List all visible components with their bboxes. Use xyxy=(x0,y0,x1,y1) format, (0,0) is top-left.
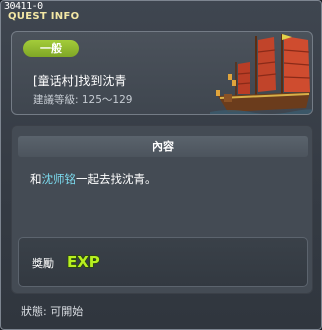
quest-description: 和沈师铭一起去找沈青。 xyxy=(30,171,157,187)
category-badge: 一般 xyxy=(23,40,79,57)
reward-label: 獎勵 xyxy=(32,257,54,270)
reward-box: 獎勵 EXP xyxy=(18,237,308,287)
quest-header-card: 一般 [童话村]找到沈青 建議等級: 125～129 xyxy=(11,31,313,115)
quest-info-window: 30411-0 QUEST INFO 一般 [童话村]找到沈青 建議等級: 12… xyxy=(0,0,322,330)
desc-prefix: 和 xyxy=(30,172,42,186)
recommended-level: 建議等級: 125～129 xyxy=(33,94,133,106)
window-title: QUEST INFO xyxy=(8,11,80,22)
exp-icon[interactable]: EXP xyxy=(66,250,102,272)
quest-status: 狀態: 可開始 xyxy=(21,305,84,318)
content-section-header: 內容 xyxy=(18,136,308,157)
npc-name-link[interactable]: 沈师铭 xyxy=(42,172,77,186)
sailing-ship-illustration xyxy=(210,34,312,114)
exp-icon-label: EXP xyxy=(67,253,100,271)
title-bar[interactable]: 30411-0 QUEST INFO xyxy=(1,1,321,25)
content-panel: 內容 和沈师铭一起去找沈青。 獎勵 EXP xyxy=(11,125,313,294)
desc-suffix: 一起去找沈青。 xyxy=(76,172,157,186)
quest-name: [童话村]找到沈青 xyxy=(33,74,127,88)
